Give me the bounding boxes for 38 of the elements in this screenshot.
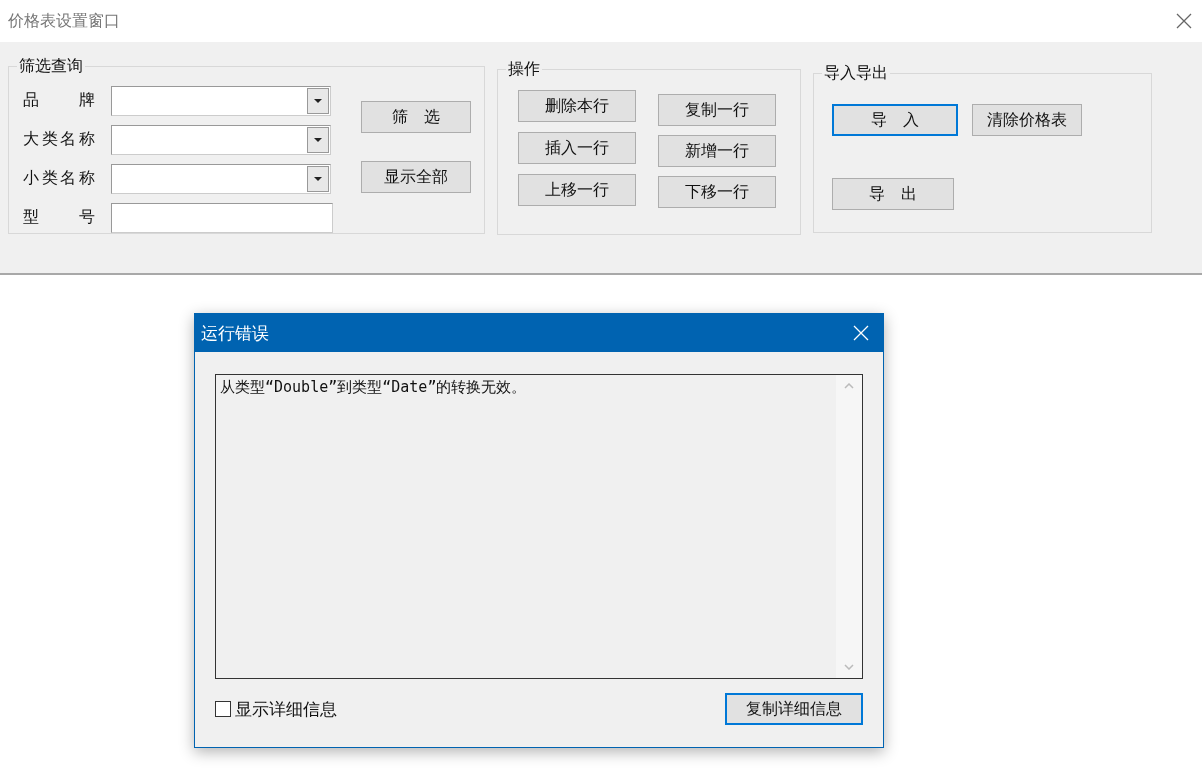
scrollbar[interactable] (836, 375, 862, 678)
checkbox[interactable] (215, 701, 231, 717)
dropdown-arrow-icon (314, 98, 322, 103)
checkbox-label: 显示详细信息 (235, 697, 337, 721)
field-label: 大类名称 (23, 129, 95, 150)
button[interactable]: 导 出 (832, 178, 954, 210)
dropdown-arrow-icon (314, 137, 322, 142)
group-title: 操作 (507, 59, 541, 80)
dropdown-arrow-icon (314, 176, 322, 181)
button[interactable]: 下移一行 (658, 176, 776, 208)
field-label: 型 号 (23, 207, 95, 228)
scroll-up-icon[interactable] (844, 383, 854, 389)
dropdown-field[interactable] (111, 85, 331, 116)
scroll-down-icon[interactable] (844, 664, 854, 670)
field-label: 小类名称 (23, 168, 95, 189)
error-message: 从类型“Double”到类型“Date”的转换无效。 (220, 378, 527, 396)
button[interactable]: 删除本行 (518, 90, 636, 122)
input-field[interactable] (111, 202, 333, 233)
button[interactable]: 导 入 (832, 104, 958, 136)
button[interactable]: 显示全部 (361, 161, 471, 193)
button[interactable]: 复制一行 (658, 94, 776, 126)
button[interactable]: 筛 选 (361, 101, 471, 133)
dropdown-button[interactable] (307, 126, 329, 153)
button[interactable]: 复制详细信息 (725, 693, 863, 725)
dropdown-field[interactable] (111, 163, 331, 194)
dropdown-field[interactable] (111, 124, 331, 155)
window-title: 价格表设置窗口 (8, 10, 120, 32)
group-title: 筛选查询 (18, 56, 84, 77)
close-icon[interactable] (1176, 13, 1192, 29)
button[interactable]: 上移一行 (518, 174, 636, 206)
field-label: 品 牌 (23, 90, 95, 111)
dropdown-button[interactable] (307, 87, 329, 114)
dialog-title: 运行错误 (201, 321, 269, 345)
group-title: 导入导出 (823, 63, 889, 84)
button[interactable]: 清除价格表 (972, 104, 1082, 136)
button[interactable]: 新增一行 (658, 135, 776, 167)
button[interactable]: 插入一行 (518, 132, 636, 164)
dropdown-button[interactable] (307, 165, 329, 192)
